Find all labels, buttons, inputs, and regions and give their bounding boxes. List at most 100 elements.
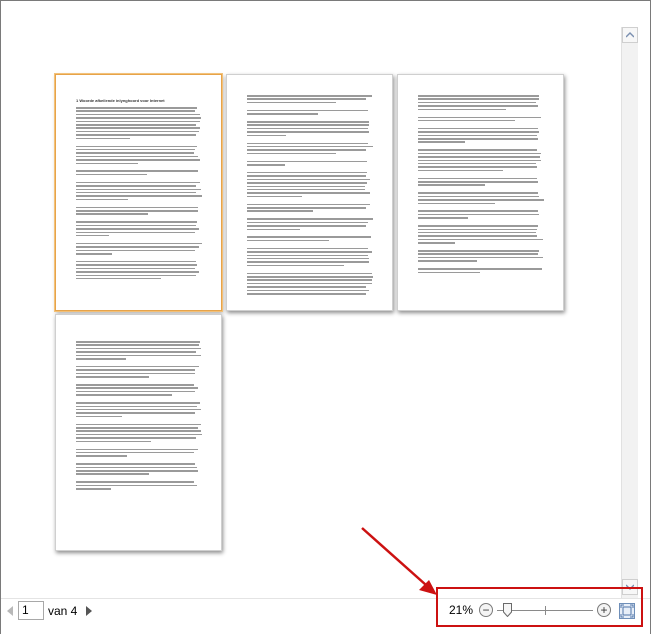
text-line (76, 137, 130, 140)
text-line (247, 178, 370, 181)
page-heading: 1 Woorde afkeilende inlynghoord voor Int… (76, 98, 165, 103)
text-line (76, 155, 198, 158)
text-line (76, 466, 197, 469)
text-line (247, 95, 372, 97)
text-line (247, 272, 372, 275)
text-line (76, 260, 196, 263)
text-line (76, 246, 199, 248)
text-line (418, 141, 465, 143)
text-line (76, 170, 198, 172)
text-line (418, 256, 543, 259)
text-line (76, 440, 151, 443)
text-line (76, 274, 196, 276)
scroll-up-button[interactable] (622, 27, 638, 43)
text-line (247, 239, 329, 242)
text-line (76, 372, 195, 375)
text-line (76, 130, 199, 133)
text-line (247, 228, 300, 230)
zoom-out-button[interactable]: − (479, 603, 493, 617)
text-line (76, 198, 128, 201)
text-line (76, 134, 196, 136)
text-line (418, 268, 542, 270)
text-line (418, 101, 536, 104)
zoom-in-button[interactable]: + (597, 603, 611, 617)
text-line (76, 427, 198, 429)
text-line (247, 225, 366, 227)
text-line (76, 394, 172, 396)
text-line (76, 173, 147, 176)
text-line (247, 113, 318, 115)
text-line (76, 159, 200, 161)
text-line (247, 289, 369, 292)
text-line (76, 470, 198, 472)
fit-page-icon[interactable] (619, 603, 635, 619)
text-line (418, 166, 537, 168)
text-line (418, 231, 536, 234)
text-line (76, 113, 200, 116)
text-line (418, 195, 539, 198)
text-line (418, 202, 495, 204)
page-thumbnails-area[interactable]: 1 Woorde afkeilende inlynghoord voor Int… (2, 2, 619, 598)
text-line (418, 138, 538, 140)
text-line (418, 242, 455, 244)
text-line (76, 148, 195, 151)
page-thumbnail-4[interactable] (55, 314, 222, 551)
page-thumbnail-1[interactable]: 1 Woorde afkeilende inlynghoord voor Int… (55, 74, 222, 311)
page-number-input[interactable]: 1 (18, 601, 44, 620)
text-line (76, 145, 197, 147)
text-line (418, 169, 503, 172)
text-line (418, 253, 538, 255)
text-line (76, 365, 199, 368)
page-thumbnail-2[interactable] (226, 74, 393, 311)
text-line (76, 188, 201, 190)
text-line (418, 210, 538, 212)
triangle-right-icon[interactable] (85, 605, 93, 617)
text-line (418, 217, 468, 219)
text-line (76, 437, 196, 439)
text-line (247, 98, 366, 100)
triangle-left-icon[interactable] (6, 605, 14, 617)
text-line (247, 257, 369, 260)
text-line (76, 390, 195, 393)
page-count-label: van 4 (48, 604, 78, 618)
text-line (76, 249, 195, 252)
text-line (247, 149, 366, 151)
text-line (418, 192, 538, 194)
text-line (247, 264, 344, 267)
text-line (76, 455, 127, 457)
text-line (418, 149, 537, 151)
text-line (418, 108, 506, 111)
text-line (76, 351, 196, 353)
text-line (418, 225, 538, 227)
text-line (247, 121, 369, 123)
text-line (76, 191, 196, 194)
text-line (418, 119, 515, 122)
fit-page-glyph-icon (620, 604, 634, 618)
text-line (247, 145, 373, 148)
text-line (247, 261, 369, 263)
zoom-percentage[interactable]: 21% (449, 603, 473, 617)
text-line (247, 188, 365, 191)
text-line (418, 235, 537, 237)
text-line (247, 195, 302, 198)
text-line (76, 195, 202, 197)
text-line (247, 109, 368, 112)
text-line (247, 207, 366, 209)
page-thumbnail-3[interactable] (397, 74, 564, 311)
text-line (76, 387, 198, 389)
text-line (418, 213, 539, 216)
chevron-up-icon (626, 32, 634, 38)
text-line (76, 224, 196, 227)
text-line (76, 354, 201, 357)
text-line (247, 276, 373, 278)
text-line (76, 463, 195, 465)
text-line (76, 433, 202, 436)
text-line (247, 251, 372, 253)
vertical-scrollbar[interactable] (621, 27, 638, 599)
text-line (247, 221, 368, 224)
text-line (247, 293, 366, 295)
text-line (76, 347, 201, 350)
text-line (247, 131, 369, 133)
text-line (76, 358, 126, 360)
zoom-slider-thumb[interactable] (503, 603, 512, 617)
